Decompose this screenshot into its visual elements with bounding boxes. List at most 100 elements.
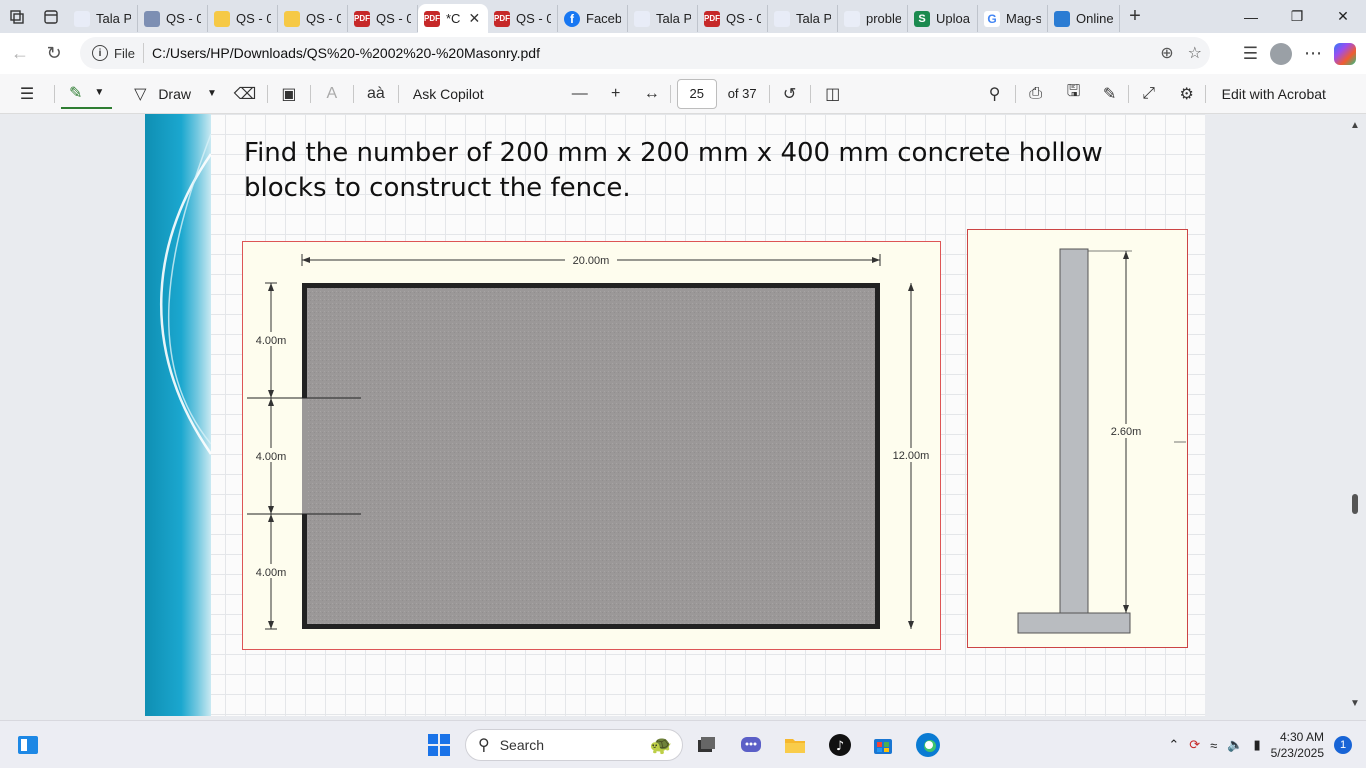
restore-button[interactable]: ❐ xyxy=(1274,0,1320,33)
browser-tab[interactable]: PDF *C ✕ xyxy=(418,4,488,33)
scroll-up-icon[interactable]: ▲ xyxy=(1350,120,1360,131)
s-icon: S xyxy=(914,10,930,27)
zoom-out-icon[interactable]: — xyxy=(562,74,598,114)
pdf-icon: PDF xyxy=(494,10,510,27)
tiktok-icon[interactable]: ♪ xyxy=(824,729,856,761)
text-box-icon[interactable]: ▣ xyxy=(268,74,310,114)
svg-text:♪: ♪ xyxy=(836,739,844,754)
browser-tab[interactable]: PDF QS - 0: xyxy=(698,5,768,32)
system-tray: ⌃ ⟳ ≈ 🔈 ▮ 4:30 AM 5/23/2025 1 xyxy=(1168,721,1366,768)
volume-icon[interactable]: 🔈 xyxy=(1227,737,1243,753)
browser-tab[interactable]: f Facebc xyxy=(558,5,628,32)
task-view-icon[interactable] xyxy=(690,729,722,761)
page-number-input[interactable]: 25 xyxy=(676,78,717,109)
save-icon[interactable]: 🖫 xyxy=(1056,74,1092,114)
app-icon xyxy=(774,10,790,27)
url-text[interactable]: C:/Users/HP/Downloads/QS%20-%2002%20-%20… xyxy=(152,45,540,61)
widgets-icon[interactable] xyxy=(12,729,44,761)
workspaces-icon[interactable] xyxy=(0,0,34,33)
tab-label: QS - 0: xyxy=(166,11,201,26)
save-as-icon[interactable]: ✎ xyxy=(1092,74,1128,114)
tab-label: Online xyxy=(1076,11,1113,26)
taskbar: ⚲ Search 🐢 ♪ ⌃ ⟳ ≈ 🔈 ▮ 4:30 AM 5/23/2025… xyxy=(0,720,1366,768)
print-icon[interactable]: ⎙ xyxy=(1016,74,1056,114)
highlight-tool[interactable]: ✎ ▼ xyxy=(61,79,113,109)
notification-badge[interactable]: 1 xyxy=(1334,736,1352,754)
eraser-icon[interactable]: ⌫ xyxy=(223,74,267,114)
browser-tab[interactable]: QS - 0: xyxy=(138,5,208,32)
copilot-icon[interactable] xyxy=(1334,42,1356,65)
draw-label[interactable]: Draw xyxy=(158,86,191,102)
pdf-icon: PDF xyxy=(354,10,370,27)
browser-tab[interactable]: Tala Pi: xyxy=(628,5,698,32)
browser-tab[interactable]: G Mag-s xyxy=(978,5,1048,32)
pdf-viewer[interactable]: Find the number of 200 mm x 200 mm x 400… xyxy=(0,114,1366,716)
translate-icon[interactable]: aà xyxy=(354,74,398,114)
scroll-down-icon[interactable]: ▼ xyxy=(1350,698,1360,709)
pdf-icon: PDF xyxy=(424,10,440,27)
edit-with-acrobat-button[interactable]: Edit with Acrobat xyxy=(1222,86,1326,102)
browser-tab[interactable]: PDF QS - 0: xyxy=(488,5,558,32)
battery-icon[interactable]: ▮ xyxy=(1253,737,1260,753)
page-view-icon[interactable]: ◫ xyxy=(811,74,855,114)
browser-tab[interactable]: S Uploa xyxy=(908,5,978,32)
address-bar[interactable]: i File C:/Users/HP/Downloads/QS%20-%2002… xyxy=(80,37,1210,69)
browser-tab[interactable]: Tala Pi: xyxy=(68,5,138,32)
browser-tab[interactable]: QS - 0: xyxy=(208,5,278,32)
draw-icon[interactable]: ▽ xyxy=(122,74,158,114)
segment-label-3: 4.00m xyxy=(256,567,287,579)
more-menu-icon[interactable]: ⋯ xyxy=(1304,43,1322,64)
wifi-icon[interactable]: ≈ xyxy=(1210,738,1217,753)
scrollbar-thumb[interactable] xyxy=(1352,494,1358,514)
refresh-button[interactable]: ↻ xyxy=(37,37,71,71)
minimize-button[interactable]: — xyxy=(1228,0,1274,33)
new-tab-button[interactable]: + xyxy=(1120,0,1150,33)
start-button[interactable] xyxy=(423,729,455,761)
search-icon[interactable]: ⚲ xyxy=(975,74,1015,114)
tab-label: proble xyxy=(866,11,901,26)
back-button[interactable]: ← xyxy=(3,37,37,71)
browser-tab[interactable]: proble xyxy=(838,5,908,32)
edge-browser-icon[interactable] xyxy=(912,729,944,761)
draw-chevron-icon[interactable]: ▼ xyxy=(207,88,217,99)
site-info-chip[interactable]: i File xyxy=(90,43,144,63)
chevron-down-icon[interactable]: ▼ xyxy=(94,87,104,98)
browser-tab[interactable]: QS - 0: xyxy=(278,5,348,32)
store-icon[interactable] xyxy=(867,729,899,761)
tab-label: Tala Pi: xyxy=(796,11,831,26)
settings-gear-icon[interactable]: ⚙ xyxy=(1169,74,1205,114)
taskbar-search[interactable]: ⚲ Search 🐢 xyxy=(465,729,683,761)
tab-actions-icon[interactable] xyxy=(34,0,68,33)
vertical-scrollbar[interactable]: ▲ ▼ xyxy=(1344,114,1366,716)
image-icon xyxy=(144,10,160,27)
close-window-button[interactable]: ✕ xyxy=(1320,0,1366,33)
browser-tab[interactable]: Tala Pi: xyxy=(768,5,838,32)
tab-label: QS - 0: xyxy=(306,11,341,26)
favorite-star-icon[interactable]: ☆ xyxy=(1188,43,1202,63)
browser-tab[interactable]: PDF QS - 0: xyxy=(348,5,418,32)
profile-avatar[interactable] xyxy=(1270,42,1292,65)
favorites-icon[interactable]: ☰ xyxy=(1243,44,1258,64)
read-aloud-icon[interactable]: A xyxy=(311,74,353,114)
ask-copilot-button[interactable]: Ask Copilot xyxy=(413,86,484,102)
browser-tab[interactable]: Online xyxy=(1048,5,1120,32)
tab-label: Uploa xyxy=(936,11,970,26)
facebook-icon: f xyxy=(564,10,580,27)
file-explorer-icon[interactable] xyxy=(779,729,811,761)
contents-icon[interactable]: ☰ xyxy=(0,74,54,114)
clock[interactable]: 4:30 AM 5/23/2025 xyxy=(1271,729,1324,761)
separator xyxy=(397,84,399,103)
rotate-icon[interactable]: ↺ xyxy=(770,74,810,114)
zoom-in-icon[interactable]: + xyxy=(598,74,634,114)
sync-icon[interactable]: ⟳ xyxy=(1189,737,1200,753)
fullscreen-icon[interactable]: ⤢ xyxy=(1129,74,1169,114)
teams-chat-icon[interactable] xyxy=(735,729,767,761)
pdf-page: Find the number of 200 mm x 200 mm x 400… xyxy=(145,114,1205,716)
drive-icon xyxy=(284,10,300,27)
fit-width-icon[interactable]: ↔ xyxy=(634,74,670,114)
tab-label: Tala Pi: xyxy=(656,11,691,26)
tab-label: QS - 0: xyxy=(376,11,411,26)
close-tab-icon[interactable]: ✕ xyxy=(468,10,480,27)
zoom-icon[interactable]: ⊕ xyxy=(1160,43,1173,63)
chevron-up-icon[interactable]: ⌃ xyxy=(1168,737,1179,753)
